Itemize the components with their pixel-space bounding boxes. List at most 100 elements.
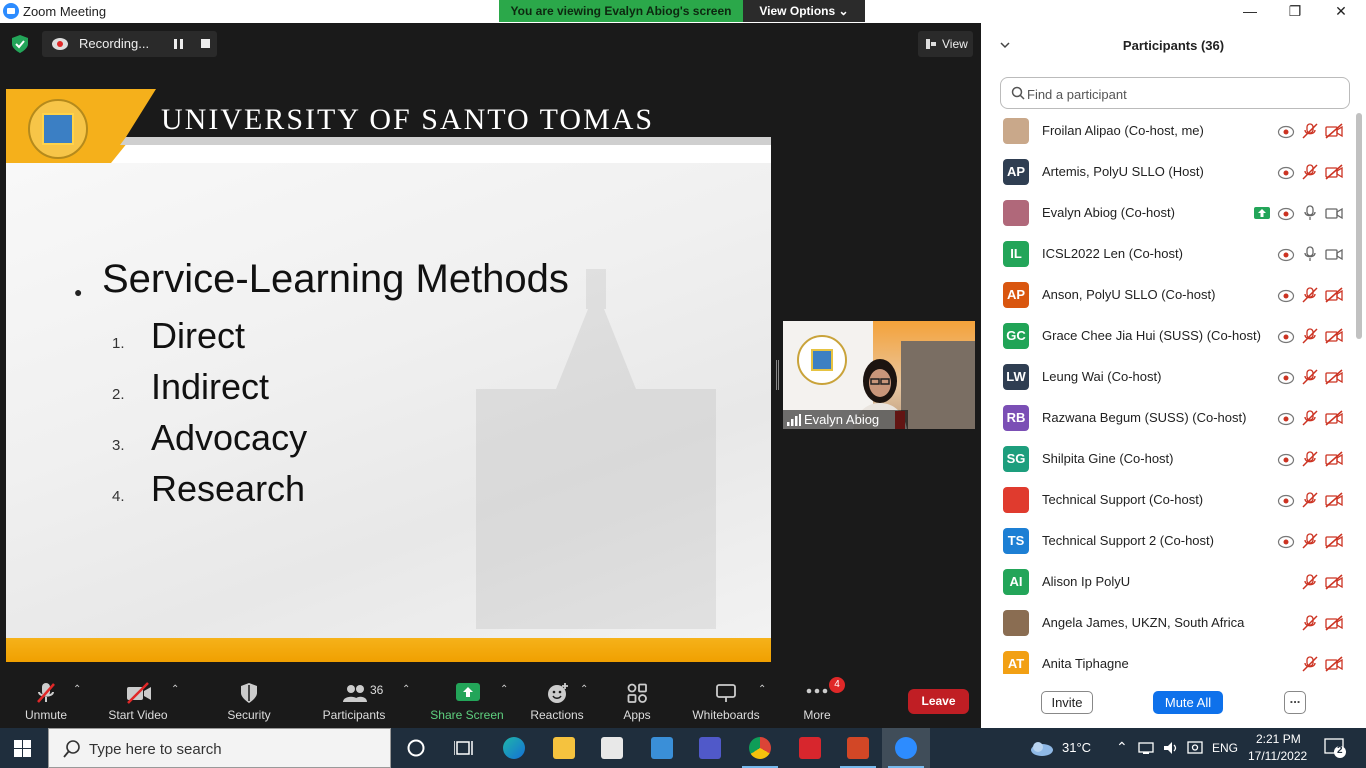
microphone-muted-icon[interactable]	[1301, 123, 1319, 139]
reactions-button[interactable]: Reactions	[527, 676, 587, 728]
microphone-muted-icon[interactable]	[1301, 656, 1319, 672]
network-icon[interactable]	[1138, 741, 1154, 755]
taskbar-store[interactable]	[588, 728, 636, 768]
video-options-chevron-icon[interactable]: ⌃	[171, 684, 181, 695]
taskbar-search[interactable]: Type here to search	[48, 728, 391, 768]
participant-video-tile[interactable]: Evalyn Abiog	[783, 321, 975, 429]
clock-date[interactable]: 17/11/2022	[1248, 749, 1307, 763]
taskbar-powerpoint[interactable]	[834, 728, 882, 768]
taskbar-chrome[interactable]	[736, 728, 784, 768]
security-shield-icon[interactable]	[12, 35, 28, 53]
clock-time[interactable]: 2:21 PM	[1256, 732, 1301, 746]
microphone-muted-icon[interactable]	[1301, 533, 1319, 549]
panel-more-button[interactable]: ...	[1284, 691, 1306, 714]
camera-off-icon[interactable]	[1325, 656, 1343, 672]
microphone-muted-icon[interactable]	[1301, 615, 1319, 631]
recording-icon[interactable]	[1277, 410, 1295, 426]
recording-icon[interactable]	[1277, 205, 1295, 221]
camera-icon[interactable]	[1325, 205, 1343, 221]
search-input[interactable]	[1027, 84, 1327, 104]
task-view-button[interactable]	[440, 728, 488, 768]
close-button[interactable]: ✕	[1318, 0, 1364, 23]
participant-row[interactable]: GC Grace Chee Jia Hui (SUSS) (Co-host)	[981, 316, 1353, 357]
camera-off-icon[interactable]	[1325, 328, 1343, 344]
cortana-button[interactable]	[392, 728, 440, 768]
view-options-button[interactable]: View Options ⌄	[743, 0, 865, 22]
taskbar-teams[interactable]	[686, 728, 734, 768]
microphone-icon[interactable]	[1301, 205, 1319, 221]
reactions-options-chevron-icon[interactable]: ⌃	[580, 684, 590, 695]
cloud-weather-icon[interactable]	[1028, 740, 1054, 756]
microphone-muted-icon[interactable]	[1301, 328, 1319, 344]
security-button[interactable]: Security	[222, 676, 276, 728]
share-options-chevron-icon[interactable]: ⌃	[500, 684, 510, 695]
camera-off-icon[interactable]	[1325, 492, 1343, 508]
recording-icon[interactable]	[1277, 287, 1295, 303]
participants-scrollbar[interactable]	[1353, 111, 1365, 674]
microphone-muted-icon[interactable]	[1301, 369, 1319, 385]
input-language[interactable]: ENG	[1212, 741, 1238, 755]
share-screen-button[interactable]: Share Screen	[430, 676, 504, 728]
microphone-muted-icon[interactable]	[1301, 451, 1319, 467]
participant-row[interactable]: AI Alison Ip PolyU	[981, 562, 1353, 603]
taskbar-file-explorer[interactable]	[540, 728, 588, 768]
speaker-icon[interactable]	[1163, 740, 1179, 756]
tray-expand-icon[interactable]: ⌃	[1116, 739, 1128, 756]
camera-off-icon[interactable]	[1325, 410, 1343, 426]
microphone-muted-icon[interactable]	[1301, 574, 1319, 590]
taskbar-edge[interactable]	[490, 728, 538, 768]
taskbar-mail[interactable]	[638, 728, 686, 768]
camera-off-icon[interactable]	[1325, 615, 1343, 631]
apps-button[interactable]: Apps	[617, 676, 657, 728]
taskbar-kaspersky[interactable]	[786, 728, 834, 768]
stop-recording-icon[interactable]	[201, 39, 210, 48]
camera-off-icon[interactable]	[1325, 574, 1343, 590]
participant-row[interactable]: AT Anita Tiphagne	[981, 644, 1353, 674]
restore-button[interactable]: ❐	[1272, 0, 1318, 23]
camera-icon[interactable]	[1325, 246, 1343, 262]
scrollbar-thumb[interactable]	[1356, 113, 1362, 339]
recording-icon[interactable]	[1277, 328, 1295, 344]
recording-icon[interactable]	[1277, 492, 1295, 508]
whiteboards-button[interactable]: Whiteboards	[688, 676, 764, 728]
participant-row[interactable]: LW Leung Wai (Co-host)	[981, 357, 1353, 398]
leave-button[interactable]: Leave	[908, 689, 969, 714]
windows-start-icon[interactable]	[14, 740, 31, 757]
participant-row[interactable]: IL ICSL2022 Len (Co-host)	[981, 234, 1353, 275]
microphone-muted-icon[interactable]	[1301, 287, 1319, 303]
screen-share-icon[interactable]	[1253, 205, 1271, 221]
recording-icon[interactable]	[1277, 246, 1295, 262]
audio-options-chevron-icon[interactable]: ⌃	[73, 684, 83, 695]
microphone-muted-icon[interactable]	[1301, 164, 1319, 180]
recording-icon[interactable]	[1277, 164, 1295, 180]
unmute-button[interactable]: Unmute	[15, 676, 77, 728]
camera-off-icon[interactable]	[1325, 164, 1343, 180]
recording-icon[interactable]	[1277, 123, 1295, 139]
onscreen-keyboard-icon[interactable]	[1187, 740, 1203, 756]
participant-row[interactable]: AP Anson, PolyU SLLO (Co-host)	[981, 275, 1353, 316]
whiteboards-options-chevron-icon[interactable]: ⌃	[758, 684, 768, 695]
recording-icon[interactable]	[1277, 369, 1295, 385]
participant-row[interactable]: Froilan Alipao (Co-host, me)	[981, 111, 1353, 152]
microphone-muted-icon[interactable]	[1301, 492, 1319, 508]
minimize-button[interactable]: —	[1227, 0, 1273, 23]
view-button[interactable]: View	[918, 31, 973, 57]
camera-off-icon[interactable]	[1325, 123, 1343, 139]
recording-icon[interactable]	[1277, 451, 1295, 467]
start-video-button[interactable]: Start Video	[104, 676, 172, 728]
recording-icon[interactable]	[1277, 533, 1295, 549]
weather-temperature[interactable]: 31°C	[1062, 740, 1091, 755]
participant-row[interactable]: RB Razwana Begum (SUSS) (Co-host)	[981, 398, 1353, 439]
participant-row[interactable]: Evalyn Abiog (Co-host)	[981, 193, 1353, 234]
participant-row[interactable]: SG Shilpita Gine (Co-host)	[981, 439, 1353, 480]
camera-off-icon[interactable]	[1325, 533, 1343, 549]
participant-row[interactable]: AP Artemis, PolyU SLLO (Host)	[981, 152, 1353, 193]
camera-off-icon[interactable]	[1325, 287, 1343, 303]
taskbar-zoom[interactable]	[882, 728, 930, 768]
invite-button[interactable]: Invite	[1041, 691, 1093, 714]
camera-off-icon[interactable]	[1325, 369, 1343, 385]
participant-row[interactable]: Angela James, UKZN, South Africa	[981, 603, 1353, 644]
participant-search[interactable]	[1000, 77, 1350, 109]
resize-splitter-handle[interactable]	[776, 360, 779, 390]
microphone-icon[interactable]	[1301, 246, 1319, 262]
